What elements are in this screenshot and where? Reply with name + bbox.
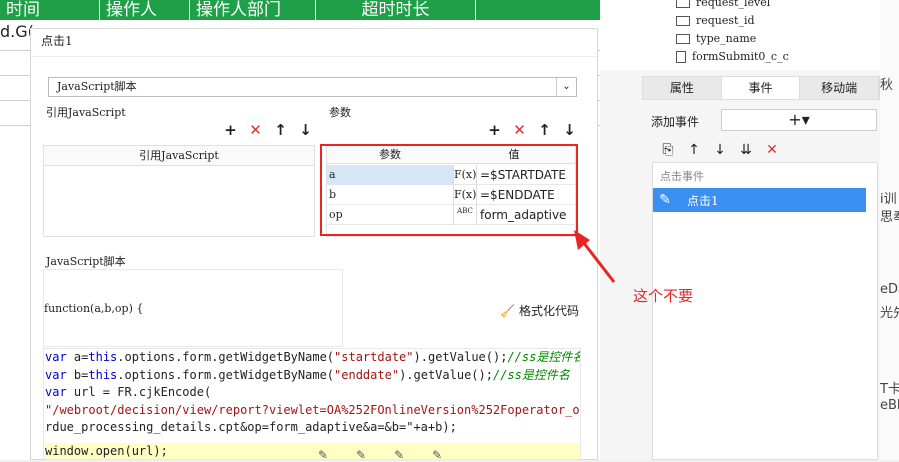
- move-up-icon[interactable]: ↑: [684, 142, 704, 158]
- sheet-header-row: 时间 操作人 操作人部门 超时时长: [0, 0, 600, 20]
- clipped-text: 思奉: [880, 210, 899, 225]
- tree-item-label: formSubmit0_c_c: [692, 50, 789, 63]
- tree-item-label: request_level: [696, 0, 771, 9]
- move-bottom-icon[interactable]: ⇊: [736, 142, 756, 158]
- field-icon: [676, 15, 690, 26]
- sheet-header-cell: 超时时长: [316, 0, 476, 20]
- annotation-arrow: [574, 230, 616, 283]
- field-icon: [676, 0, 690, 8]
- ref-js-label: 引用JavaScript: [46, 106, 126, 119]
- ref-js-header: 引用JavaScript: [44, 146, 314, 166]
- event-type-select[interactable]: JavaScript脚本 ⌄: [48, 77, 577, 97]
- sheet-cell[interactable]: d.G(: [0, 22, 34, 41]
- code-line: var url = FR.cjkEncode(: [45, 385, 212, 399]
- code-line: var a=this.options.form.getWidgetByName(…: [45, 350, 581, 364]
- add-icon[interactable]: +: [486, 121, 503, 139]
- event-type-value: JavaScript脚本: [57, 80, 137, 93]
- event-toolbar: ⎘ ↑ ↓ ⇊ ✕: [652, 138, 878, 162]
- dropdown-field-icon: [676, 33, 690, 44]
- move-down-icon[interactable]: ↓: [710, 142, 730, 158]
- param-label: 参数: [329, 106, 351, 119]
- js-section-label: JavaScript脚本: [46, 255, 126, 268]
- clipped-text: 秋: [880, 78, 894, 93]
- clipped-text: 光先: [880, 306, 899, 321]
- move-down-icon[interactable]: ↓: [297, 121, 314, 139]
- move-down-icon[interactable]: ↓: [561, 121, 578, 139]
- clipped-text: i训: [880, 192, 897, 207]
- annotation-text: 这个不要: [633, 287, 694, 305]
- broom-icon: 🧹: [500, 303, 515, 318]
- tree-item-label: request_id: [696, 14, 755, 27]
- code-line: "/webroot/decision/view/report?viewlet=O…: [45, 402, 581, 417]
- event-group-label: 点击事件: [660, 170, 704, 183]
- copy-icon[interactable]: ⎘: [658, 142, 678, 158]
- function-signature: function(a,b,op) {: [44, 302, 144, 315]
- property-tabs: 属性 事件 移动端: [642, 76, 880, 100]
- far-right-strip: 秋 i训 思奉 eDa 光先 T卡 eBl: [880, 0, 899, 460]
- code-editor[interactable]: var a=this.options.form.getWidgetByName(…: [43, 348, 581, 460]
- event-item-label: 点击1: [687, 193, 719, 208]
- delete-icon[interactable]: ✕: [247, 121, 264, 139]
- clipped-text: eDa: [880, 282, 899, 297]
- add-event-button[interactable]: +▾: [721, 109, 877, 131]
- tree-item[interactable]: request_level: [676, 0, 770, 9]
- tree-item[interactable]: request_id: [676, 14, 755, 27]
- move-up-icon[interactable]: ↑: [536, 121, 553, 139]
- param-toolbar: + ✕ ↑ ↓: [486, 121, 578, 139]
- sheet-header-cell: 操作人部门: [190, 0, 316, 20]
- divider: [31, 56, 597, 57]
- code-line: var b=this.options.form.getWidgetByName(…: [45, 367, 570, 382]
- add-event-label: 添加事件: [651, 115, 700, 129]
- move-up-icon[interactable]: ↑: [272, 121, 289, 139]
- tab-properties[interactable]: 属性: [643, 77, 722, 99]
- chevron-down-icon[interactable]: ⌄: [556, 78, 576, 96]
- page-icon: [676, 50, 686, 63]
- code-line: window.open(url);: [45, 442, 580, 459]
- event-item[interactable]: ✎ 点击1: [653, 188, 866, 212]
- ref-toolbar: + ✕ ↑ ↓: [222, 121, 314, 139]
- clipped-text: T卡: [880, 382, 899, 397]
- format-code-label: 格式化代码: [518, 304, 579, 318]
- edit-pencil-icon[interactable]: ✎: [653, 192, 677, 208]
- tree-item-label: type_name: [696, 32, 757, 45]
- add-icon[interactable]: +: [222, 121, 239, 139]
- format-code-button[interactable]: 🧹 格式化代码: [500, 302, 579, 319]
- annotation-box: [320, 144, 578, 236]
- dialog-title: 点击1: [41, 34, 73, 48]
- tab-events[interactable]: 事件: [721, 77, 801, 99]
- clipped-text: eBl: [880, 398, 899, 413]
- sheet-header-cell: 时间: [0, 0, 100, 20]
- tab-mobile[interactable]: 移动端: [800, 77, 880, 99]
- tree-item[interactable]: formSubmit0_c_c: [676, 50, 789, 63]
- delete-icon[interactable]: ✕: [762, 142, 782, 158]
- code-line: rdue_processing_details.cpt&op=form_adap…: [45, 420, 457, 434]
- tree-item[interactable]: type_name: [676, 32, 756, 45]
- delete-icon[interactable]: ✕: [511, 121, 528, 139]
- sheet-header-cell: 操作人: [100, 0, 190, 20]
